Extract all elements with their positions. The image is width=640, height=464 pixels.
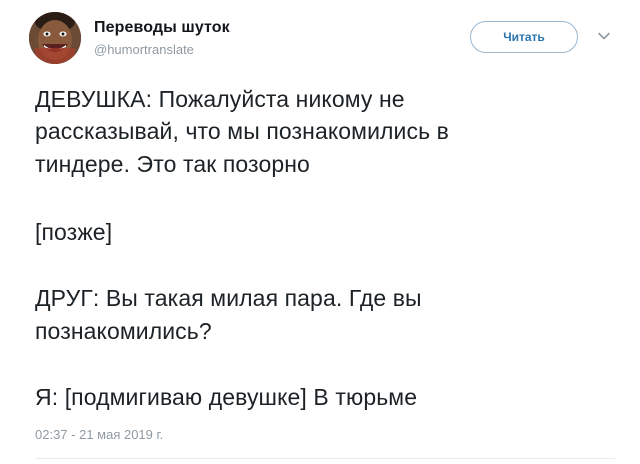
divider xyxy=(35,458,615,459)
tweet-card: Переводы шуток @humortranslate Читать ДЕ… xyxy=(0,0,640,464)
author-handle[interactable]: @humortranslate xyxy=(94,42,194,57)
tweet-text-line: ДРУГ: Вы такая милая пара. Где вы xyxy=(35,285,422,311)
avatar-face-icon xyxy=(29,12,81,64)
avatar[interactable] xyxy=(29,12,81,64)
chevron-down-icon[interactable] xyxy=(596,28,612,44)
tweet-timestamp[interactable]: 02:37 - 21 мая 2019 г. xyxy=(35,427,163,442)
tweet-text-line: [позже] xyxy=(35,219,113,245)
author-display-name[interactable]: Переводы шуток xyxy=(94,19,230,37)
tweet-text-line: рассказывай, что мы познакомились в xyxy=(35,118,449,144)
tweet-text-line: тиндере. Это так позорно xyxy=(35,151,310,177)
follow-button[interactable]: Читать xyxy=(470,21,578,53)
tweet-text-line: Я: [подмигиваю девушке] В тюрьме xyxy=(35,384,418,410)
tweet-text-line: познакомились? xyxy=(35,318,212,344)
tweet-text-line: ДЕВУШКА: Пожалуйста никому не xyxy=(35,86,405,112)
